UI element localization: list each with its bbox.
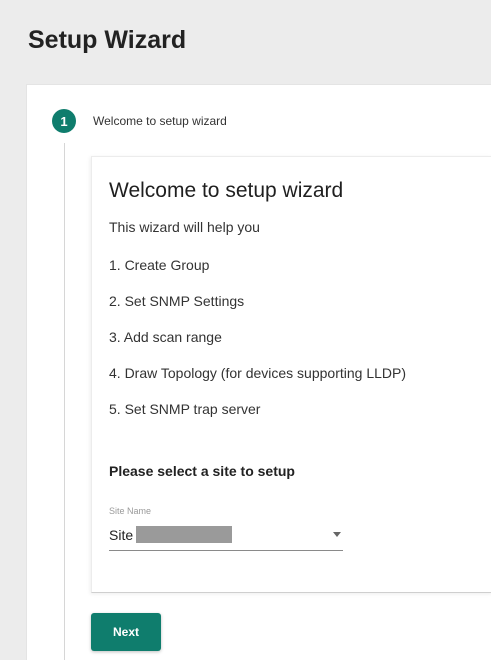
- step-number-badge: 1: [52, 109, 76, 133]
- site-select-heading: Please select a site to setup: [109, 463, 295, 479]
- site-name-value: Site: [109, 526, 233, 543]
- welcome-title: Welcome to setup wizard: [109, 179, 344, 202]
- step-content-card: Welcome to setup wizard This wizard will…: [91, 156, 491, 593]
- next-button[interactable]: Next: [91, 613, 161, 651]
- wizard-card: 1 Welcome to setup wizard Welcome to set…: [26, 84, 491, 660]
- welcome-subtitle: This wizard will help you: [109, 219, 260, 235]
- list-item: 5. Set SNMP trap server: [109, 401, 261, 417]
- list-item: 3. Add scan range: [109, 329, 222, 345]
- chevron-down-icon[interactable]: [333, 532, 341, 537]
- list-item: 4. Draw Topology (for devices supporting…: [109, 365, 407, 381]
- site-name-select[interactable]: Site Name Site: [109, 506, 343, 551]
- list-item: 2. Set SNMP Settings: [109, 293, 245, 309]
- wizard-step-list: 1. Create Group 2. Set SNMP Settings 3. …: [109, 257, 406, 437]
- page-title: Setup Wizard: [28, 26, 187, 54]
- step-label: Welcome to setup wizard: [93, 114, 227, 128]
- site-name-text: Site: [109, 526, 134, 543]
- redacted-block: [136, 526, 233, 543]
- site-name-label: Site Name: [109, 506, 152, 516]
- step-header: 1 Welcome to setup wizard: [52, 109, 227, 133]
- stepper-connector-line: [64, 143, 65, 660]
- list-item: 1. Create Group: [109, 257, 210, 273]
